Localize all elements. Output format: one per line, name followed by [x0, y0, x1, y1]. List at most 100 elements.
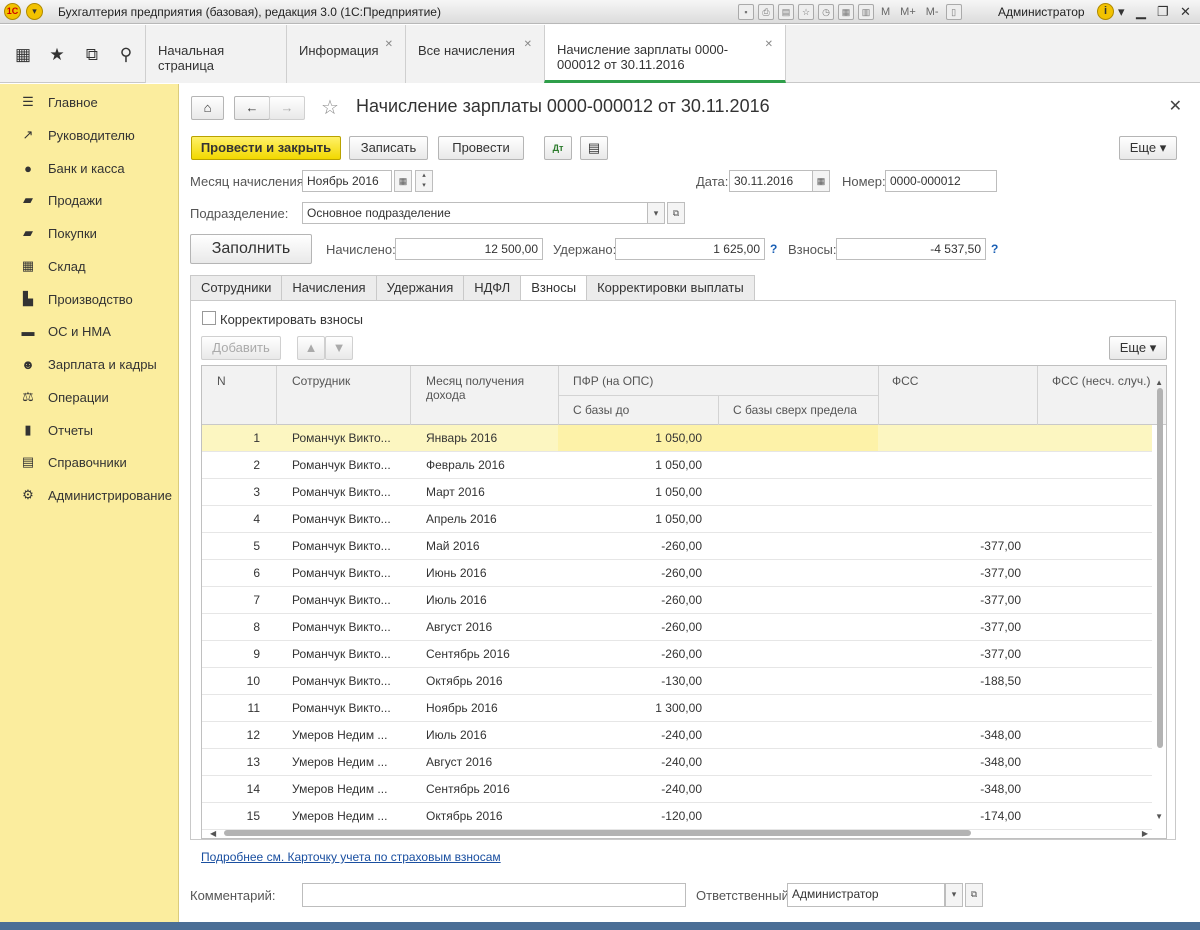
header-pfr-base[interactable]: С базы до — [573, 403, 629, 417]
withheld-help-icon[interactable]: ? — [770, 242, 777, 256]
m-minus-button[interactable]: M- — [923, 6, 942, 18]
post-button[interactable]: Провести — [438, 136, 524, 160]
vertical-scrollbar[interactable] — [1156, 388, 1164, 818]
main-menu-icon[interactable]: ▾ — [26, 3, 43, 20]
calculator-icon[interactable]: ▥ — [858, 4, 874, 20]
scroll-right-icon[interactable]: ▶ — [1142, 829, 1148, 838]
home-button[interactable]: ⌂ — [191, 96, 224, 120]
more-button[interactable]: Еще ▾ — [1119, 136, 1177, 160]
restore-icon[interactable]: ❐ — [1157, 4, 1169, 20]
help-icon[interactable]: i — [1097, 3, 1114, 20]
close-tab-icon[interactable]: ✕ — [385, 39, 393, 50]
close-form-icon[interactable]: ✕ — [1169, 96, 1182, 116]
sidebar-item-sales[interactable]: ▰ Продажи — [0, 188, 179, 212]
division-field[interactable]: Основное подразделение — [302, 202, 648, 224]
move-down-icon[interactable]: ▼ — [325, 336, 353, 360]
sidebar-item-operations[interactable]: ⚖ Операции — [0, 385, 179, 409]
table-row[interactable]: 12 Умеров Недим ... Июль 2016 -240,00 -348,0… — [202, 722, 1152, 749]
withheld-field[interactable]: 1 625,00 — [615, 238, 765, 260]
apps-grid-icon[interactable]: ▦ — [11, 45, 35, 65]
app-logo-icon[interactable]: 1C — [4, 3, 21, 20]
table-row[interactable]: 5 Романчук Викто... Май 2016 -260,00 -377,00 — [202, 533, 1152, 560]
save-button[interactable]: Записать — [349, 136, 428, 160]
header-fss-ns[interactable]: ФСС (несч. случ.) — [1052, 374, 1152, 388]
sidebar-item-assets[interactable]: ▬ ОС и НМА — [0, 319, 179, 343]
table-row[interactable]: 13 Умеров Недим ... Август 2016 -240,00 -348… — [202, 749, 1152, 776]
minimize-icon[interactable]: ▁ — [1136, 4, 1146, 20]
m-button[interactable]: M — [878, 6, 893, 18]
tab-all-accruals[interactable]: Все начисления ✕ — [405, 25, 544, 83]
sidebar-item-warehouse[interactable]: ▦ Склад — [0, 254, 179, 278]
tab-accruals[interactable]: Начисления — [281, 275, 376, 301]
sidebar-item-main[interactable]: ☰ Главное — [0, 90, 179, 114]
forward-button[interactable]: → — [269, 96, 305, 120]
responsible-field[interactable]: Администратор — [787, 883, 945, 907]
close-tab-icon[interactable]: ✕ — [765, 39, 773, 50]
sidebar-item-reports[interactable]: ▮ Отчеты — [0, 418, 179, 442]
comment-field[interactable] — [302, 883, 686, 907]
division-dropdown-icon[interactable]: ▾ — [647, 202, 665, 224]
header-n[interactable]: N — [217, 374, 226, 388]
favorites-icon[interactable]: ☆ — [798, 4, 814, 20]
scroll-thumb[interactable] — [1157, 388, 1163, 748]
header-employee[interactable]: Сотрудник — [292, 374, 350, 388]
contributions-field[interactable]: -4 537,50 — [836, 238, 986, 260]
close-window-icon[interactable]: ✕ — [1180, 4, 1191, 20]
month-field[interactable]: Ноябрь 2016 — [302, 170, 392, 192]
table-row[interactable]: 10 Романчук Викто... Октябрь 2016 -130,00 -1… — [202, 668, 1152, 695]
close-tab-icon[interactable]: ✕ — [524, 39, 532, 50]
table-row[interactable]: 9 Романчук Викто... Сентябрь 2016 -260,00 -3… — [202, 641, 1152, 668]
table-row[interactable]: 7 Романчук Викто... Июль 2016 -260,00 -377,0… — [202, 587, 1152, 614]
dropdown-icon[interactable]: ▾ — [1118, 4, 1125, 20]
tab-contributions[interactable]: Взносы — [520, 275, 587, 301]
tab-deductions[interactable]: Удержания — [375, 275, 464, 301]
horizontal-scrollbar[interactable] — [224, 830, 1144, 836]
history-nav-icon[interactable]: ⧉ — [80, 45, 104, 65]
sidebar-item-directories[interactable]: ▤ Справочники — [0, 450, 179, 474]
sidebar-item-bank[interactable]: ● Банк и касса — [0, 156, 179, 180]
sidebar-item-manager[interactable]: ↗ Руководителю — [0, 123, 179, 147]
scroll-up-icon[interactable]: ▲ — [1155, 378, 1163, 387]
calendar-icon[interactable]: ▦ — [838, 4, 854, 20]
header-pfr-over[interactable]: С базы сверх предела — [733, 403, 857, 417]
dt-kt-icon[interactable]: Дт — [544, 136, 572, 160]
tab-payroll-document[interactable]: Начисление зарплаты 0000-000012 от 30.11… — [544, 25, 786, 83]
insurance-card-link[interactable]: Подробнее см. Карточку учета по страховы… — [201, 850, 501, 864]
sidebar-item-admin[interactable]: ⚙ Администрирование — [0, 483, 179, 507]
table-row[interactable]: 2 Романчук Викто... Февраль 2016 1 050,00 — [202, 452, 1152, 479]
table-row[interactable]: 8 Романчук Викто... Август 2016 -260,00 -377… — [202, 614, 1152, 641]
header-month-1[interactable]: Месяц получения — [426, 374, 524, 388]
post-and-close-button[interactable]: Провести и закрыть — [191, 136, 341, 160]
current-user[interactable]: Администратор — [998, 5, 1085, 19]
move-up-icon[interactable]: ▲ — [297, 336, 325, 360]
accrued-field[interactable]: 12 500,00 — [395, 238, 543, 260]
tab-information[interactable]: Информация ✕ — [286, 25, 405, 83]
table-more-button[interactable]: Еще ▾ — [1109, 336, 1167, 360]
favorite-star-icon[interactable]: ☆ — [321, 95, 339, 120]
division-open-icon[interactable]: ⧉ — [667, 202, 685, 224]
responsible-open-icon[interactable]: ⧉ — [965, 883, 983, 907]
scroll-thumb[interactable] — [224, 830, 971, 836]
correct-contributions-checkbox[interactable] — [202, 311, 216, 325]
responsible-dropdown-icon[interactable]: ▾ — [945, 883, 963, 907]
tab-home[interactable]: Начальная страница — [145, 25, 286, 83]
print-icon[interactable]: ⎙ — [758, 4, 774, 20]
sidebar-item-purchases[interactable]: ▰ Покупки — [0, 221, 179, 245]
table-row[interactable]: 14 Умеров Недим ... Сентябрь 2016 -240,00 -3… — [202, 776, 1152, 803]
sidebar-item-production[interactable]: ▙ Производство — [0, 287, 179, 311]
history-icon[interactable]: ◷ — [818, 4, 834, 20]
month-stepper[interactable]: ▴ ▾ — [415, 170, 433, 192]
star-icon[interactable]: ★ — [45, 45, 69, 65]
header-fss[interactable]: ФСС — [892, 374, 918, 388]
m-plus-button[interactable]: M+ — [897, 6, 919, 18]
table-row[interactable]: 4 Романчук Викто... Апрель 2016 1 050,00 — [202, 506, 1152, 533]
add-row-button[interactable]: Добавить — [201, 336, 281, 360]
tab-employees[interactable]: Сотрудники — [190, 275, 282, 301]
date-calendar-icon[interactable]: ▦ — [812, 170, 830, 192]
date-field[interactable]: 30.11.2016 — [729, 170, 813, 192]
table-row[interactable]: 1 Романчук Викто... Январь 2016 1 050,00 — [202, 425, 1152, 452]
document-icon[interactable]: ▤ — [580, 136, 608, 160]
table-row[interactable]: 15 Умеров Недим ... Октябрь 2016 -120,00 -17… — [202, 803, 1152, 830]
header-pfr[interactable]: ПФР (на ОПС) — [573, 374, 653, 388]
contributions-help-icon[interactable]: ? — [991, 242, 998, 256]
